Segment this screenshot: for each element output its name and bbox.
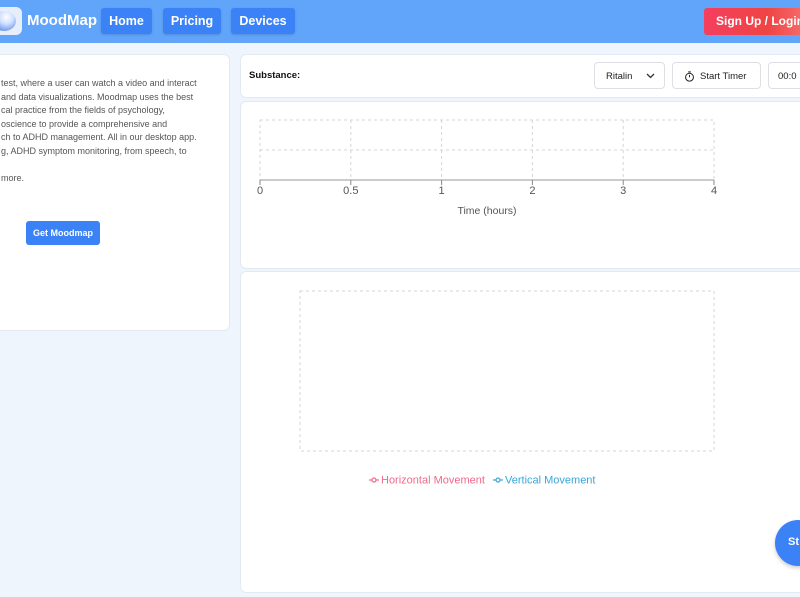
signup-login-button[interactable]: Sign Up / Login [704, 8, 800, 35]
chevron-down-icon [646, 73, 655, 79]
start-timer-button[interactable]: Start Timer [672, 62, 761, 89]
info-line: and data visualizations. Moodmap uses th… [1, 91, 194, 102]
nav-pricing-button[interactable]: Pricing [163, 8, 221, 34]
moodmap-logo-icon[interactable] [0, 7, 22, 35]
x-tick-label: 0 [257, 185, 263, 197]
start-timer-label: Start Timer [700, 71, 747, 82]
plot-area [299, 290, 715, 452]
x-axis-ticks: 0 0.5 1 2 3 4 [257, 180, 717, 197]
info-line: ch to ADHD management. All in our deskto… [1, 132, 197, 143]
x-tick-label: 2 [529, 185, 535, 197]
legend-vertical-label: Vertical Movement [505, 475, 595, 487]
get-moodmap-button[interactable]: Get Moodmap [26, 221, 100, 245]
x-tick-label: 3 [620, 185, 626, 197]
info-line: g, ADHD symptom monitoring, from speech,… [1, 145, 187, 156]
substance-toolbar: Substance: Ritalin Start Timer 00:0 [240, 54, 800, 98]
nav-devices-button[interactable]: Devices [231, 8, 295, 34]
info-more-text: more. [1, 173, 25, 183]
info-line: cal practice from the fields of psycholo… [1, 105, 165, 116]
substance-label: Substance: [249, 70, 301, 81]
time-chart: 0 0.5 1 2 3 4 Time (hours) [257, 119, 717, 217]
info-line: oscience to provide a comprehensive and [1, 118, 168, 129]
info-description: test, where a user can watch a video and… [1, 77, 241, 159]
elapsed-time-display: 00:0 [768, 62, 800, 89]
legend-horizontal-label: Horizontal Movement [381, 475, 485, 487]
fab-label: St [788, 536, 799, 548]
nav-home-button[interactable]: Home [101, 8, 152, 34]
x-tick-label: 4 [711, 185, 717, 197]
substance-select[interactable]: Ritalin [594, 62, 665, 89]
legend-horizontal-movement[interactable]: Horizontal Movement [369, 475, 485, 487]
x-axis-label: Time (hours) [457, 205, 516, 217]
stopwatch-icon [685, 71, 694, 82]
x-tick-label: 0.5 [343, 185, 358, 197]
brand-name[interactable]: MoodMap [27, 12, 97, 29]
movement-chart: Horizontal Movement Vertical Movement [299, 290, 715, 487]
top-navbar: MoodMap Home Pricing Devices Sign Up / L… [0, 0, 800, 43]
info-line: test, where a user can watch a video and… [1, 78, 197, 88]
time-chart-card: 0 0.5 1 2 3 4 Time (hours) [240, 101, 800, 269]
info-card: test, where a user can watch a video and… [0, 54, 230, 331]
movement-chart-card: Horizontal Movement Vertical Movement [240, 271, 800, 593]
x-tick-label: 1 [439, 185, 445, 197]
substance-value: Ritalin [606, 71, 633, 82]
chart-grid [259, 119, 715, 181]
elapsed-time-value: 00:0 [778, 71, 797, 82]
legend-vertical-movement[interactable]: Vertical Movement [493, 475, 595, 487]
